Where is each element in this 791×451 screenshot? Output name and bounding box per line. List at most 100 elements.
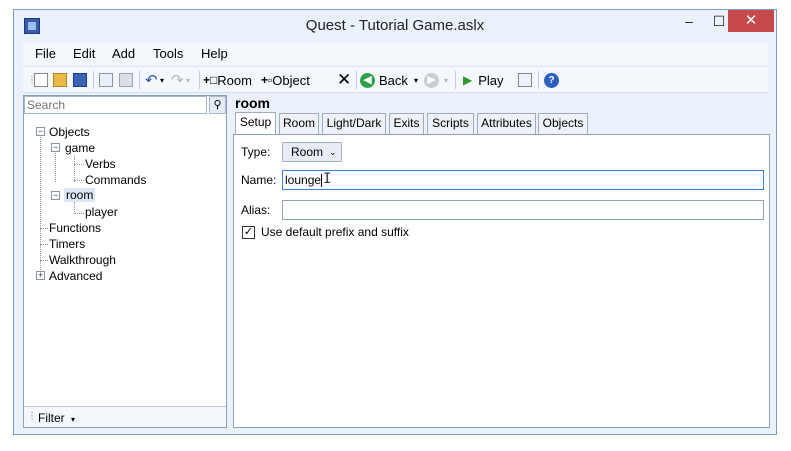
copy-icon[interactable] <box>99 71 113 89</box>
filter-button[interactable]: Filter ▾ <box>38 411 75 425</box>
tab-scripts[interactable]: Scripts <box>427 113 474 134</box>
collapse-room-icon[interactable]: − <box>51 191 60 200</box>
tree-line <box>74 213 84 214</box>
alias-label: Alias: <box>241 203 271 217</box>
prefix-suffix-checkbox[interactable]: ✓ <box>242 226 255 239</box>
type-select[interactable]: Room ⌄ <box>282 142 342 162</box>
back-dropdown-icon[interactable]: ▾ <box>414 71 418 89</box>
tree-line <box>55 147 56 182</box>
tree-item-timers[interactable]: Timers <box>49 237 85 251</box>
search-input[interactable] <box>24 96 207 114</box>
tree-item-player[interactable]: player <box>85 205 118 219</box>
tree-line <box>40 244 48 245</box>
editor-pane: room Setup Room Light/Dark Exits Scripts… <box>233 95 770 428</box>
toolbar-separator <box>538 71 539 89</box>
filter-dropdown-icon: ▾ <box>71 415 76 424</box>
collapse-objects-icon[interactable]: − <box>36 127 45 136</box>
tree-line <box>40 228 48 229</box>
expand-advanced-icon[interactable]: + <box>36 271 45 280</box>
play-label: Play <box>478 72 504 88</box>
tree-line <box>74 155 75 182</box>
open-folder-icon[interactable] <box>53 71 67 89</box>
add-room-button[interactable]: +□ Room <box>203 71 252 89</box>
checkmark-icon: ✓ <box>243 226 254 238</box>
tab-setup[interactable]: Setup <box>235 112 276 134</box>
toolbar-separator <box>199 71 200 89</box>
search-icon[interactable]: ⚲ <box>209 96 226 114</box>
title-bar: Quest - Tutorial Game.aslx – ☐ ✕ <box>14 10 776 41</box>
tree-item-functions[interactable]: Functions <box>49 221 101 235</box>
menu-add[interactable]: Add <box>112 46 135 61</box>
add-object-button[interactable]: +▫ Object <box>261 71 310 89</box>
back-button[interactable]: ◀ Back <box>360 71 408 89</box>
text-caret <box>321 174 323 188</box>
ibeam-cursor-icon: I <box>323 171 332 187</box>
collapse-game-icon[interactable]: − <box>51 143 60 152</box>
paste-icon[interactable] <box>119 71 133 89</box>
tree-item-commands[interactable]: Commands <box>85 173 146 187</box>
redo-icon[interactable]: ↷ <box>171 71 184 89</box>
tree-item-verbs[interactable]: Verbs <box>85 157 116 171</box>
add-object-icon: +▫ <box>261 73 273 87</box>
tree-item-game[interactable]: game <box>65 141 95 155</box>
name-label: Name: <box>241 173 277 187</box>
redo-dropdown-icon[interactable]: ▾ <box>186 71 190 89</box>
save-icon[interactable] <box>73 71 87 89</box>
tree-line <box>40 260 48 261</box>
tree-line <box>40 131 41 274</box>
setup-panel: Type: Room ⌄ Name: lounge I Alias: ✓ Use… <box>233 134 770 428</box>
help-icon[interactable]: ? <box>544 71 559 89</box>
name-field[interactable]: lounge <box>282 170 764 190</box>
tree-item-objects[interactable]: Objects <box>49 125 90 139</box>
object-heading: room <box>235 95 270 111</box>
tree-item-walkthrough[interactable]: Walkthrough <box>49 253 116 267</box>
back-label: Back <box>379 72 408 88</box>
app-window: Quest - Tutorial Game.aslx – ☐ ✕ File Ed… <box>13 9 777 435</box>
tab-room[interactable]: Room <box>279 113 319 134</box>
object-tree-pane: ⚲ − Objects − game Verbs Commands − room… <box>23 95 227 428</box>
add-object-label: Object <box>272 72 310 88</box>
play-icon: ▶ <box>463 73 473 87</box>
undo-dropdown-icon[interactable]: ▾ <box>160 71 164 89</box>
forward-dropdown-icon[interactable]: ▾ <box>444 71 448 89</box>
back-arrow-icon: ◀ <box>360 72 375 88</box>
toolbar-separator <box>139 71 140 89</box>
tree-item-advanced[interactable]: Advanced <box>49 269 102 283</box>
new-file-icon[interactable] <box>34 71 48 89</box>
filter-grip-icon: ⋮ <box>27 411 37 422</box>
delete-icon[interactable]: ✕ <box>337 70 351 89</box>
toolbar: ⋮ ↶ ▾ ↷ ▾ +□ Room +▫ Object ✕ ◀ Back ▾ ▶… <box>23 66 768 93</box>
menu-edit[interactable]: Edit <box>73 46 95 61</box>
tab-attributes[interactable]: Attributes <box>477 113 536 134</box>
toolbar-separator <box>93 71 94 89</box>
code-view-icon[interactable] <box>518 71 532 89</box>
type-label: Type: <box>241 145 271 159</box>
object-tree: − Objects − game Verbs Commands − room p… <box>24 118 226 388</box>
tree-item-room[interactable]: room <box>64 188 96 202</box>
filter-label: Filter <box>38 411 65 425</box>
menu-tools[interactable]: Tools <box>153 46 183 61</box>
toolbar-separator <box>356 71 357 89</box>
tab-objects[interactable]: Objects <box>538 113 588 134</box>
prefix-suffix-label: Use default prefix and suffix <box>261 225 409 239</box>
tree-line <box>74 180 84 181</box>
chevron-down-icon: ⌄ <box>329 147 337 157</box>
tab-light-dark[interactable]: Light/Dark <box>322 113 386 134</box>
type-select-value: Room <box>291 145 324 159</box>
tab-exits[interactable]: Exits <box>389 113 424 134</box>
forward-button[interactable]: ▶ <box>424 71 439 89</box>
forward-arrow-icon: ▶ <box>424 72 439 88</box>
filter-bar: ⋮ Filter ▾ <box>24 406 226 427</box>
minimize-button[interactable]: – <box>674 10 704 32</box>
play-button[interactable]: ▶ Play <box>463 71 504 89</box>
add-room-label: Room <box>217 72 252 88</box>
window-title: Quest - Tutorial Game.aslx <box>305 17 485 34</box>
menu-help[interactable]: Help <box>201 46 228 61</box>
tree-line <box>74 164 84 165</box>
undo-icon[interactable]: ↶ <box>145 71 158 89</box>
close-button[interactable]: ✕ <box>728 10 774 32</box>
alias-field[interactable] <box>282 200 764 220</box>
menu-bar: File Edit Add Tools Help <box>23 43 768 65</box>
toolbar-separator <box>455 71 456 89</box>
menu-file[interactable]: File <box>35 46 56 61</box>
